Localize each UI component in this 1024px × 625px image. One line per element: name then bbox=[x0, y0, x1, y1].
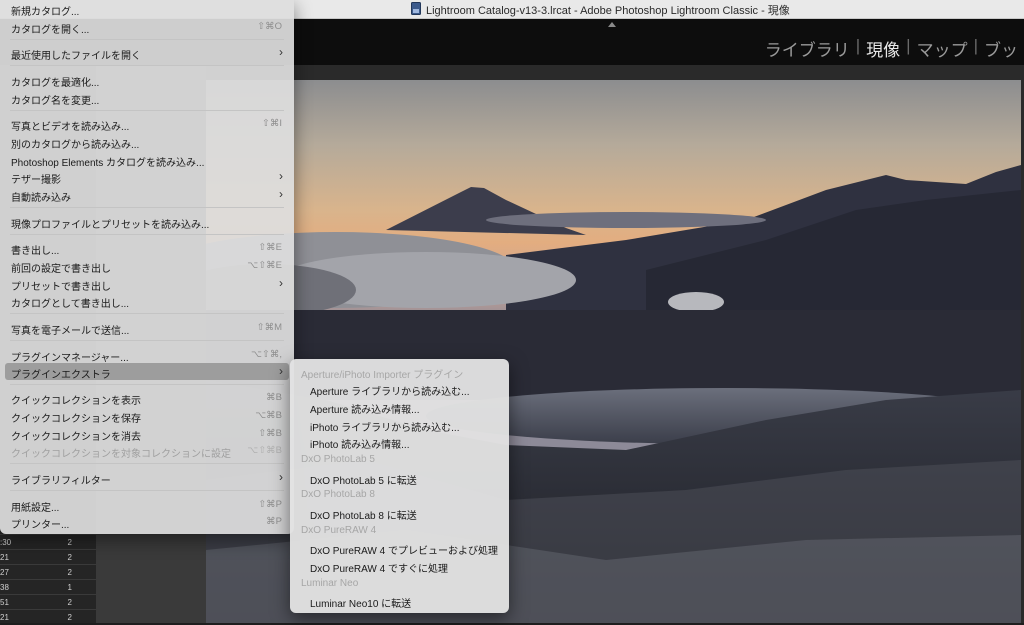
menu-item-import-pse-catalog[interactable]: Photoshop Elements カタログを読み込み... bbox=[0, 151, 294, 169]
collection-row[interactable]: 51 2 bbox=[0, 594, 96, 610]
menu-item-export-with-preset[interactable]: プリセットで書き出し › bbox=[0, 275, 294, 293]
submenu-header-aperture-iphoto: Aperture/iPhoto Importer プラグイン bbox=[301, 370, 464, 381]
menu-separator bbox=[10, 490, 284, 491]
menu-item-email-photo[interactable]: 写真を電子メールで送信... ⇧⌘M bbox=[0, 319, 294, 337]
chevron-right-icon: › bbox=[279, 169, 283, 183]
menu-item-page-setup[interactable]: 用紙設定... ⇧⌘P bbox=[0, 496, 294, 514]
menu-item-new-catalog[interactable]: 新規カタログ... bbox=[0, 0, 294, 18]
submenu-header-dxo-photolab-8: DxO PhotoLab 8 bbox=[301, 489, 375, 500]
menu-item-library-filter[interactable]: ライブラリフィルター › bbox=[0, 469, 294, 487]
collection-row[interactable]: 38 1 bbox=[0, 579, 96, 595]
file-menu: 新規カタログ... カタログを開く... ⇧⌘O 最近使用したファイルを開く › カ… bbox=[0, 0, 294, 534]
submenu-header-luminar-neo: Luminar Neo bbox=[301, 578, 359, 589]
menu-separator bbox=[10, 65, 284, 66]
submenu-item-send-to-photolab-5[interactable]: DxO PhotoLab 5 に転送 bbox=[290, 469, 509, 487]
menu-separator bbox=[10, 463, 284, 464]
menu-item-plugin-extras[interactable]: プラグインエクストラ › bbox=[5, 363, 289, 381]
menu-item-printer[interactable]: プリンター... ⌘P bbox=[0, 513, 294, 531]
menu-separator bbox=[10, 207, 284, 208]
submenu-item-import-aperture-library[interactable]: Aperture ライブラリから読み込む... bbox=[290, 380, 509, 398]
collection-row[interactable]: 27 2 bbox=[0, 564, 96, 580]
module-map[interactable]: マップ bbox=[911, 36, 974, 61]
menu-item-clear-quick-collection[interactable]: クイックコレクションを消去 ⇧⌘B bbox=[0, 425, 294, 443]
menu-item-open-recent[interactable]: 最近使用したファイルを開く › bbox=[0, 44, 294, 62]
collection-row[interactable]: :30 2 bbox=[0, 534, 96, 550]
submenu-item-import-iphoto-library[interactable]: iPhoto ライブラリから読み込む... bbox=[290, 416, 509, 434]
plugin-extras-submenu: Aperture/iPhoto Importer プラグイン Aperture … bbox=[290, 359, 509, 613]
menu-separator bbox=[10, 384, 284, 385]
menu-item-plugin-manager[interactable]: プラグインマネージャー... ⌥⇧⌘, bbox=[0, 346, 294, 364]
collection-row[interactable]: 21 2 bbox=[0, 549, 96, 565]
menu-separator bbox=[10, 110, 284, 111]
menu-separator bbox=[10, 39, 284, 40]
menu-item-tethered-capture[interactable]: テザー撮影 › bbox=[0, 168, 294, 186]
chevron-right-icon: › bbox=[279, 364, 283, 378]
menu-item-auto-import[interactable]: 自動読み込み › bbox=[0, 186, 294, 204]
menu-item-export[interactable]: 書き出し... ⇧⌘E bbox=[0, 239, 294, 257]
menu-item-export-as-catalog[interactable]: カタログとして書き出し... bbox=[0, 292, 294, 310]
submenu-item-send-to-luminar-neo[interactable]: Luminar Neo10 に転送 bbox=[290, 592, 509, 610]
menu-separator bbox=[10, 340, 284, 341]
menu-item-import-photos[interactable]: 写真とビデオを読み込み... ⇧⌘I bbox=[0, 115, 294, 133]
submenu-header-dxo-pureraw-4: DxO PureRAW 4 bbox=[301, 525, 377, 536]
menu-item-open-catalog[interactable]: カタログを開く... ⇧⌘O bbox=[0, 18, 294, 36]
menu-separator bbox=[10, 313, 284, 314]
menu-item-rename-catalog[interactable]: カタログ名を変更... bbox=[0, 89, 294, 107]
module-picker: ライブラリ | 現像 | マップ | ブッ bbox=[759, 36, 1024, 61]
module-develop[interactable]: 現像 bbox=[860, 36, 906, 61]
menu-item-optimize-catalog[interactable]: カタログを最適化... bbox=[0, 71, 294, 89]
submenu-item-aperture-import-info[interactable]: Aperture 読み込み情報... bbox=[290, 398, 509, 416]
submenu-header-dxo-photolab-5: DxO PhotoLab 5 bbox=[301, 454, 375, 465]
submenu-item-pureraw-preview-process[interactable]: DxO PureRAW 4 でプレビューおよび処理 bbox=[290, 539, 509, 557]
submenu-item-send-to-photolab-8[interactable]: DxO PhotoLab 8 に転送 bbox=[290, 504, 509, 522]
menu-separator bbox=[10, 234, 284, 235]
menu-item-show-quick-collection[interactable]: クイックコレクションを表示 ⌘B bbox=[0, 389, 294, 407]
chevron-right-icon: › bbox=[279, 470, 283, 484]
chevron-right-icon: › bbox=[279, 187, 283, 201]
menu-item-import-from-catalog[interactable]: 別のカタログから読み込み... bbox=[0, 133, 294, 151]
submenu-item-iphoto-import-info[interactable]: iPhoto 読み込み情報... bbox=[290, 433, 509, 451]
collapse-top-panel-arrow-icon[interactable] bbox=[608, 22, 616, 27]
window-title: Lightroom Catalog-v13-3.lrcat - Adobe Ph… bbox=[426, 5, 790, 17]
menu-item-import-profiles-presets[interactable]: 現像プロファイルとプリセットを読み込み... bbox=[0, 213, 294, 231]
menu-item-set-quick-collection-target: クイックコレクションを対象コレクションに設定 ⌥⇧⌘B bbox=[11, 445, 282, 460]
module-library[interactable]: ライブラリ bbox=[759, 36, 856, 61]
menu-item-export-previous[interactable]: 前回の設定で書き出し ⌥⇧⌘E bbox=[0, 257, 294, 275]
module-book[interactable]: ブッ bbox=[978, 36, 1024, 61]
lrcat-document-icon bbox=[411, 2, 421, 15]
submenu-item-pureraw-process-now[interactable]: DxO PureRAW 4 ですぐに処理 bbox=[290, 557, 509, 575]
chevron-right-icon: › bbox=[279, 276, 283, 290]
chevron-right-icon: › bbox=[279, 45, 283, 59]
menu-item-save-quick-collection[interactable]: クイックコレクションを保存 ⌥⌘B bbox=[0, 407, 294, 425]
